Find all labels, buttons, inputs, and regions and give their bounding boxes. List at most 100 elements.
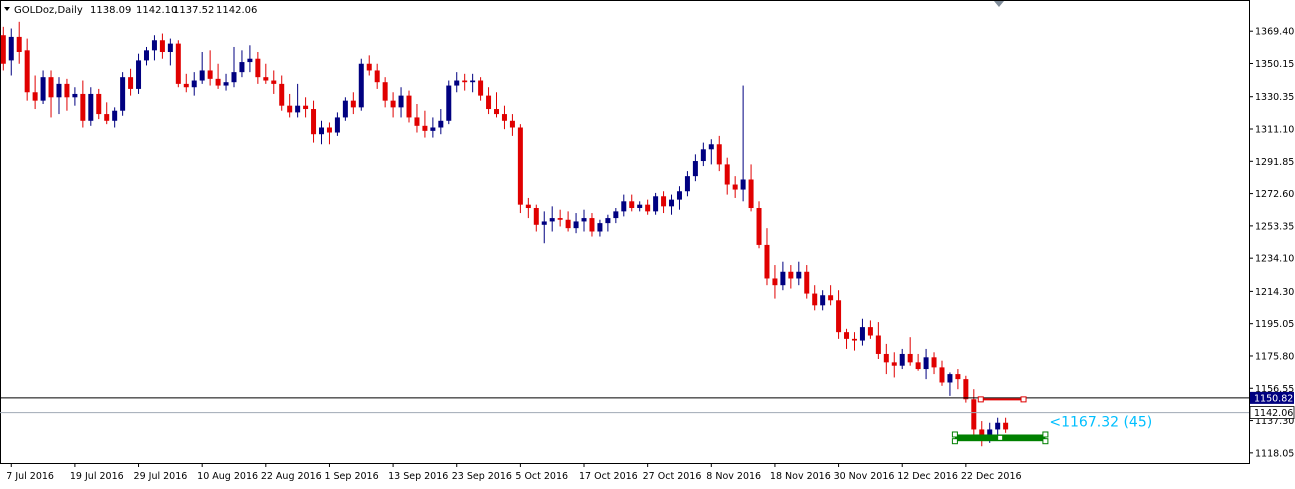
level-tag-label: 1150.82 [1254,393,1293,404]
candle-body [88,93,94,121]
candle-body [955,374,961,380]
candle-body [311,109,317,135]
candle-body [358,63,364,108]
candle-body [167,43,173,53]
candle-body [422,125,428,131]
candle-body [239,62,245,73]
candle-body [891,362,897,366]
candle-body [915,362,921,370]
candle-body [851,338,857,341]
candle-body [454,80,460,86]
candle-body [581,218,587,222]
candle-body [406,95,412,118]
candle-body [867,327,873,336]
candle-body [398,95,404,108]
zone-handle[interactable] [1042,438,1049,445]
candle-body [653,196,659,212]
candle-body [501,114,507,121]
candle-body [716,144,722,165]
candle-body [295,105,301,113]
candle-body [676,191,682,200]
candle-body [255,58,261,78]
candle-body [438,120,444,128]
candle-body [143,50,149,61]
candle-body [120,77,126,111]
candle-body [462,80,468,83]
candle-body [995,422,1001,430]
price-tag-label: 1142.06 [1254,408,1293,419]
candle [342,97,348,121]
candle-body [621,201,627,212]
x-tick-label: 12 Dec 2016 [897,471,958,482]
candle-body [207,70,213,79]
candle-body [366,63,372,71]
candle-body [175,43,181,84]
candle [517,124,523,214]
candle [963,375,969,403]
candle-body [883,353,889,363]
candle-body [669,199,675,207]
ohlc-close: 1142.06 [216,5,257,16]
candle-body [796,271,802,279]
candle-body [279,83,285,106]
candle-body [56,83,62,98]
candle-body [271,80,277,84]
candle-body [605,218,611,224]
candle-body [303,105,309,110]
candle-body [96,93,102,115]
zone-handle[interactable] [951,438,958,445]
candle-body [326,127,332,133]
candle-body [533,208,539,225]
candle-body [756,208,762,245]
y-tick-label: 1214.30 [1255,287,1294,298]
zone-handle[interactable] [997,434,1004,441]
ohlc-low: 1137.52 [173,5,214,16]
candle-body [525,204,531,209]
segment-handle[interactable] [1020,396,1027,403]
candle-body [597,223,603,232]
candle-body [215,78,221,86]
zone-handle[interactable] [951,431,958,438]
candle-body [645,204,651,212]
segment-handle[interactable] [977,396,984,403]
x-tick-label: 23 Sep 2016 [452,471,512,482]
ohlc-high: 1142.10 [136,5,177,16]
candle-body [32,92,38,101]
zone-handle[interactable] [1042,431,1049,438]
candle-body [446,85,452,121]
candle-body [557,218,563,220]
candle-body [947,374,953,383]
candle-body [923,357,929,370]
ohlc-open: 1138.09 [90,5,131,16]
candle-body [199,70,205,81]
candle-body [263,77,269,81]
y-tick-label: 1291.85 [1255,157,1294,168]
candle-body [661,196,667,207]
candle-body [183,83,189,88]
candle-body [740,179,746,190]
y-tick-label: 1234.10 [1255,254,1294,265]
candle-body [684,176,690,192]
candle-body [319,127,324,135]
y-tick-label: 1311.10 [1255,125,1294,136]
candle-body [613,211,619,219]
candle [120,72,126,116]
candle-body [382,82,388,101]
x-tick-label: 5 Oct 2016 [515,471,568,482]
y-tick-label: 1350.15 [1255,59,1294,70]
candle-body [629,201,635,209]
candle-body [0,35,6,64]
x-tick-label: 7 Jul 2016 [6,471,54,482]
candle-body [637,204,643,209]
candle-body [748,179,754,209]
y-tick-label: 1195.05 [1255,319,1294,330]
x-tick-label: 19 Jul 2016 [70,471,124,482]
y-tick-label: 1369.40 [1255,27,1294,38]
candle-body [231,72,237,83]
candle-body [136,60,142,89]
candle [756,201,762,249]
candle-body [963,379,969,400]
x-tick-label: 27 Oct 2016 [643,471,702,482]
chart-title: GOLDoz,Daily [14,5,83,16]
x-tick-label: 17 Oct 2016 [579,471,638,482]
